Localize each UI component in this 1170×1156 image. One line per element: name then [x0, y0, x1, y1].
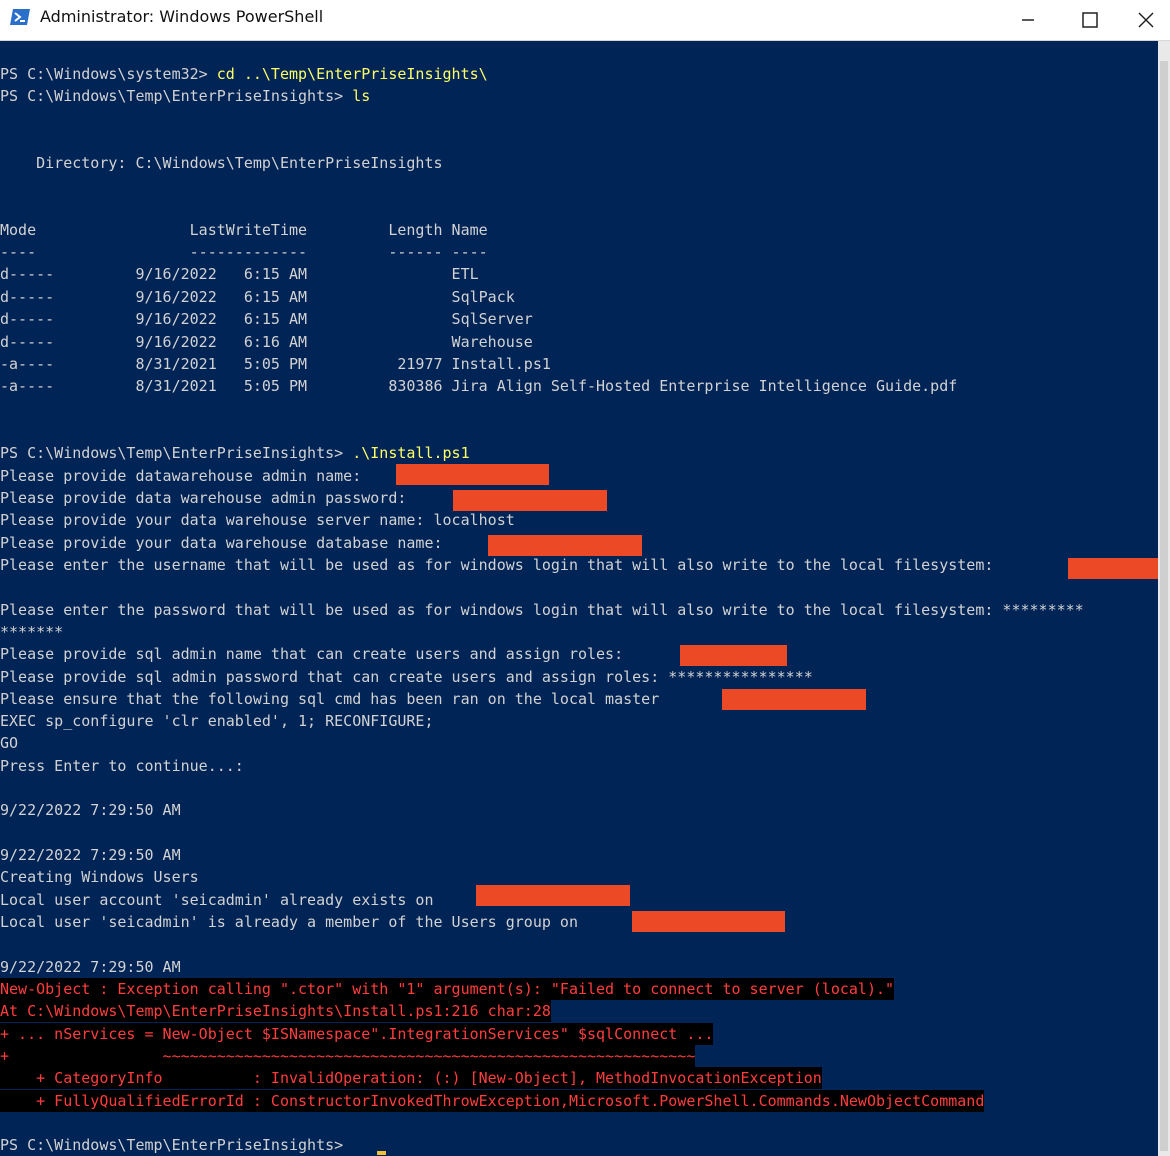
- sql-go-line: GO: [0, 734, 19, 752]
- error-line: + FullyQualifiedErrorId : ConstructorInv…: [0, 1090, 985, 1112]
- error-line: New-Object : Exception calling ".ctor" w…: [0, 978, 895, 1000]
- timestamp-line: 9/22/2022 7:29:50 AM: [0, 958, 181, 976]
- file-row: -a---- 8/31/2021 5:05 PM 830386 Jira Ali…: [0, 377, 958, 395]
- listing-header-rule: ---- ------------- ------ ----: [0, 243, 488, 261]
- redaction-block: [680, 645, 787, 666]
- close-button[interactable]: [1118, 0, 1170, 40]
- title-bar[interactable]: Administrator: Windows PowerShell: [0, 0, 1170, 41]
- error-line: + CategoryInfo : InvalidOperation: (:) […: [0, 1067, 822, 1089]
- password-continuation: *******: [0, 623, 64, 641]
- redaction-block: [1068, 558, 1158, 579]
- redaction-block: [453, 490, 607, 511]
- file-row: d----- 9/16/2022 6:15 AM ETL: [0, 265, 479, 283]
- command-text: cd ..\Temp\EnterPriseInsights\: [216, 65, 488, 83]
- minimize-button[interactable]: [1000, 0, 1056, 40]
- prompt-sql-password: Please provide sql admin password that c…: [0, 668, 813, 686]
- status-line: Creating Windows Users: [0, 868, 199, 886]
- powershell-window: Administrator: Windows PowerShell PS C:\…: [0, 0, 1170, 1156]
- file-row: d----- 9/16/2022 6:16 AM Warehouse: [0, 333, 533, 351]
- text-cursor: [377, 1151, 386, 1155]
- prompt-server-name: Please provide your data warehouse serve…: [0, 511, 515, 529]
- window-title: Administrator: Windows PowerShell: [40, 7, 324, 26]
- status-line: Local user 'seicadmin' is already a memb…: [0, 913, 587, 931]
- minimize-icon: [1022, 19, 1034, 21]
- file-row: d----- 9/16/2022 6:15 AM SqlPack: [0, 288, 515, 306]
- prompt: PS C:\Windows\Temp\EnterPriseInsights>: [0, 87, 353, 105]
- console-line: PS C:\Windows\Temp\EnterPriseInsights>: [0, 1134, 352, 1156]
- redaction-block: [488, 535, 642, 556]
- listing-header: Mode LastWriteTime Length Name: [0, 221, 488, 239]
- error-line: + ~~~~~~~~~~~~~~~~~~~~~~~~~~~~~~~~~~~~~~…: [0, 1045, 696, 1067]
- redaction-block: [722, 689, 866, 710]
- directory-line: Directory: C:\Windows\Temp\EnterPriseIns…: [0, 154, 443, 172]
- redaction-block: [632, 911, 785, 932]
- timestamp-line: 9/22/2022 7:29:50 AM: [0, 801, 181, 819]
- console-line: PS C:\Windows\Temp\EnterPriseInsights> .…: [0, 442, 470, 464]
- error-line: At C:\Windows\Temp\EnterPriseInsights\In…: [0, 1000, 551, 1022]
- prompt-sql-admin: Please provide sql admin name that can c…: [0, 645, 633, 663]
- scrollbar-thumb[interactable]: [1160, 61, 1168, 1151]
- prompt-admin-name: Please provide datawarehouse admin name:: [0, 467, 371, 485]
- powershell-icon: [10, 9, 30, 25]
- command-text: .\Install.ps1: [352, 444, 470, 462]
- console-output[interactable]: PS C:\Windows\system32> cd ..\Temp\Enter…: [0, 41, 1158, 1156]
- status-line: Local user account 'seicadmin' already e…: [0, 891, 443, 909]
- prompt-windows-password: Please enter the password that will be u…: [0, 601, 1084, 619]
- error-line: + ... nServices = New-Object $ISNamespac…: [0, 1023, 714, 1045]
- sql-command-line: EXEC sp_configure 'clr enabled', 1; RECO…: [0, 712, 434, 730]
- console-line: PS C:\Windows\system32> cd ..\Temp\Enter…: [0, 63, 488, 85]
- command-text: ls: [352, 87, 371, 105]
- maximize-icon: [1082, 12, 1098, 28]
- prompt: PS C:\Windows\Temp\EnterPriseInsights>: [0, 1136, 353, 1154]
- prompt-ensure-sql: Please ensure that the following sql cmd…: [0, 690, 669, 708]
- prompt: PS C:\Windows\Temp\EnterPriseInsights>: [0, 444, 353, 462]
- file-row: d----- 9/16/2022 6:15 AM SqlServer: [0, 310, 533, 328]
- file-row: -a---- 8/31/2021 5:05 PM 21977 Install.p…: [0, 355, 551, 373]
- prompt: PS C:\Windows\system32>: [0, 65, 217, 83]
- press-enter-line: Press Enter to continue...:: [0, 757, 244, 775]
- prompt-admin-password: Please provide data warehouse admin pass…: [0, 489, 416, 507]
- prompt-database-name: Please provide your data warehouse datab…: [0, 534, 452, 552]
- console-line: PS C:\Windows\Temp\EnterPriseInsights> l…: [0, 85, 370, 107]
- vertical-scrollbar[interactable]: [1158, 41, 1170, 1156]
- timestamp-line: 9/22/2022 7:29:50 AM: [0, 846, 181, 864]
- redaction-block: [476, 885, 630, 906]
- maximize-button[interactable]: [1062, 0, 1118, 40]
- prompt-windows-user: Please enter the username that will be u…: [0, 556, 1003, 574]
- close-icon: [1138, 12, 1154, 28]
- redaction-block: [396, 464, 549, 485]
